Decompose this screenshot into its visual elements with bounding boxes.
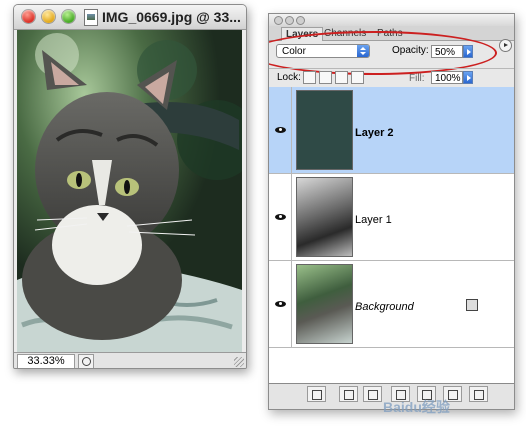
palette-menu-icon[interactable] [499, 39, 512, 52]
layer-row-layer-1[interactable]: Layer 1 [269, 174, 514, 261]
lock-transparency-icon[interactable] [303, 71, 316, 84]
palette-close-icon[interactable] [274, 16, 283, 25]
visibility-cell[interactable] [269, 261, 292, 347]
add-style-icon[interactable] [339, 386, 358, 402]
document-status-bar: 33.33% [14, 352, 246, 368]
document-titlebar[interactable]: IMG_0669.jpg @ 33... [14, 5, 246, 30]
layer-name[interactable]: Background [355, 301, 414, 313]
layer-thumbnail [296, 90, 353, 170]
lock-icon [466, 299, 478, 311]
image-file-icon [84, 9, 98, 26]
zoom-icon[interactable] [62, 10, 75, 23]
lock-label: Lock: [277, 72, 301, 83]
lock-all-icon[interactable] [351, 71, 364, 84]
add-mask-icon[interactable] [363, 386, 382, 402]
layers-palette: Layers Channels Paths Color Opacity: 50%… [268, 13, 515, 410]
layer-thumbnail [296, 177, 353, 257]
layer-row-layer-2[interactable]: Layer 2 [269, 87, 514, 174]
cat-photo[interactable] [17, 30, 242, 352]
fill-slider-arrow-icon[interactable] [463, 71, 473, 84]
eye-icon[interactable] [275, 301, 286, 307]
cat-photo-illustration [17, 30, 242, 352]
visibility-cell[interactable] [269, 87, 292, 173]
watermark: Baidu经验 [383, 399, 450, 415]
trash-icon[interactable] [469, 386, 488, 402]
link-icon[interactable] [307, 386, 326, 402]
zoom-field[interactable]: 33.33% [17, 354, 75, 368]
lock-row: Lock: Fill: 100% [269, 68, 514, 88]
document-title: IMG_0669.jpg @ 33... [102, 9, 241, 25]
close-icon[interactable] [22, 10, 35, 23]
palette-zoom-icon[interactable] [296, 16, 305, 25]
layer-name[interactable]: Layer 1 [355, 214, 392, 226]
eye-icon[interactable] [275, 214, 286, 220]
visibility-cell[interactable] [269, 174, 292, 260]
fill-label: Fill: [409, 73, 425, 84]
lock-move-icon[interactable] [335, 71, 348, 84]
layers-list: Layer 2 Layer 1 Background [269, 87, 514, 384]
minimize-icon[interactable] [42, 10, 55, 23]
fill-field[interactable]: 100% [431, 71, 463, 84]
layer-thumbnail [296, 264, 353, 344]
layer-name[interactable]: Layer 2 [355, 127, 394, 139]
palette-minimize-icon[interactable] [285, 16, 294, 25]
resize-grip-icon[interactable] [234, 357, 244, 367]
layer-row-background[interactable]: Background [269, 261, 514, 348]
lock-brush-icon[interactable] [319, 71, 332, 84]
document-window: IMG_0669.jpg @ 33... 33.33% [13, 4, 247, 369]
palette-titlebar[interactable] [269, 14, 514, 26]
status-menu-button[interactable] [78, 354, 94, 368]
eye-icon[interactable] [275, 127, 286, 133]
